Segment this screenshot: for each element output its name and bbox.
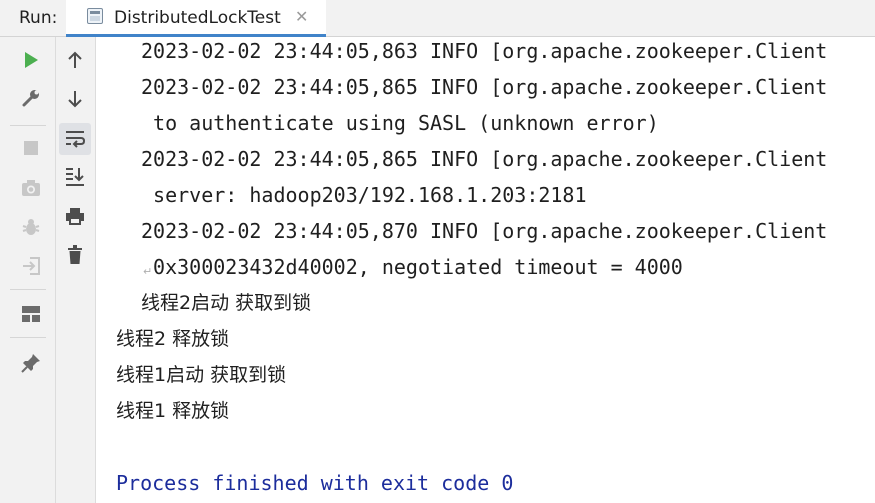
process-exit-message: Process finished with exit code 0 (116, 471, 514, 495)
close-icon[interactable]: ✕ (295, 8, 308, 26)
console-line: 线程2启动 获取到锁 (141, 292, 312, 314)
run-tab-distributed-lock-test[interactable]: DistributedLockTest ✕ (66, 0, 326, 37)
tab-title: DistributedLockTest (114, 8, 281, 28)
console-line: 线程2 释放锁 (116, 328, 230, 350)
console-actions-toolbar (56, 37, 96, 503)
pin-icon[interactable] (16, 348, 46, 378)
console-line: server: hadoop203/192.168.1.203:2181 (141, 183, 587, 207)
print-icon[interactable] (60, 201, 90, 231)
scroll-to-end-icon[interactable] (60, 162, 90, 192)
run-tool-window-header: Run: DistributedLockTest ✕ (0, 0, 875, 37)
trash-icon[interactable] (60, 240, 90, 270)
console-output[interactable]: 2023-02-02 23:44:05,863 INFO [org.apache… (96, 37, 875, 503)
run-config-icon (87, 8, 103, 24)
console-line: 线程1启动 获取到锁 (116, 364, 287, 386)
exit-icon[interactable] (16, 251, 46, 281)
stop-icon[interactable] (16, 133, 46, 163)
console-line: to authenticate using SASL (unknown erro… (141, 111, 659, 135)
console-line: 2023-02-02 23:44:05,870 INFO [org.apache… (141, 219, 828, 243)
soft-wrap-icon[interactable] (59, 123, 91, 155)
console-line: 2023-02-02 23:44:05,865 INFO [org.apache… (141, 147, 828, 171)
wrench-icon[interactable] (16, 83, 46, 113)
camera-icon[interactable] (16, 173, 46, 203)
arrow-up-icon[interactable] (60, 45, 90, 75)
rerun-icon[interactable] (16, 45, 46, 75)
run-label: Run: (19, 8, 58, 28)
console-line: 2023-02-02 23:44:05,865 INFO [org.apache… (141, 75, 828, 99)
console-line: 2023-02-02 23:44:05,863 INFO [org.apache… (141, 39, 828, 63)
arrow-down-icon[interactable] (60, 84, 90, 114)
layout-icon[interactable] (16, 299, 46, 329)
run-actions-toolbar (0, 37, 56, 503)
debug-bug-icon[interactable] (16, 212, 46, 242)
console-line: 线程1 释放锁 (116, 400, 230, 422)
console-line: 0x300023432d40002, negotiated timeout = … (141, 255, 683, 279)
